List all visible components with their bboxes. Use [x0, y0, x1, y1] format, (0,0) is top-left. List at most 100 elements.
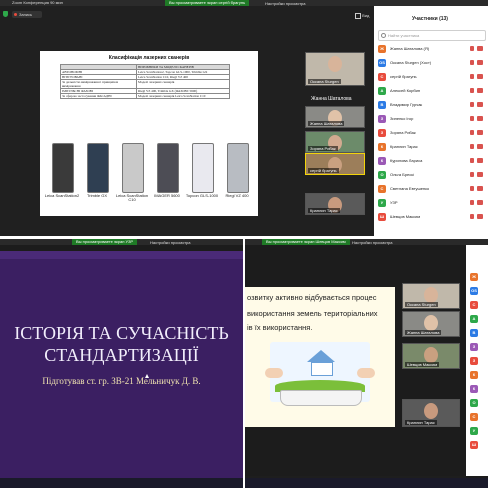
- camera-off-icon[interactable]: [477, 200, 483, 205]
- participant-row[interactable]: К Курилова Лариса: [378, 155, 484, 167]
- mic-muted-icon[interactable]: [470, 130, 474, 135]
- camera-off-icon[interactable]: [477, 74, 483, 79]
- house-icon: [307, 350, 335, 362]
- view-options-link[interactable]: Настройки просмотра: [352, 240, 393, 245]
- mic-muted-icon[interactable]: [470, 102, 474, 107]
- participant-row[interactable]: С Светлана Евтушенко: [378, 183, 484, 195]
- mic-muted-icon[interactable]: [470, 200, 474, 205]
- participant-row[interactable]: З Зиненко Ігор: [378, 113, 484, 125]
- avatar[interactable]: К: [470, 371, 478, 379]
- avatar[interactable]: С: [470, 301, 478, 309]
- participant-row[interactable]: А Алексей Корбин: [378, 85, 484, 97]
- participant-row[interactable]: Ш Шевцов Максим: [378, 211, 484, 223]
- scanner-image: [52, 143, 74, 193]
- video-tile[interactable]: Зоряна Рибак: [305, 131, 365, 153]
- camera-off-icon[interactable]: [477, 102, 483, 107]
- avatar[interactable]: В: [470, 329, 478, 337]
- avatar[interactable]: А: [470, 315, 478, 323]
- camera-off-icon[interactable]: [477, 186, 483, 191]
- avatar[interactable]: Ж: [470, 273, 478, 281]
- participant-name: сергій брагунь: [390, 74, 417, 79]
- participant-row[interactable]: Ж Жанна Шаталова (Я): [378, 43, 484, 55]
- video-tile[interactable]: Краплин Тарас: [402, 399, 460, 427]
- scanner-label: Topcon GLS-1000: [185, 193, 219, 198]
- avatar[interactable]: OS: [470, 287, 478, 295]
- search-placeholder: Найти участника: [388, 33, 420, 38]
- recording-indicator[interactable]: Запись: [12, 11, 42, 18]
- mic-muted-icon[interactable]: [470, 88, 474, 93]
- camera-off-icon[interactable]: [477, 172, 483, 177]
- share-banner[interactable]: Вы просматриваете экран Шевцов Максим: [262, 239, 350, 245]
- video-name: Зоряна Рибак: [308, 146, 338, 151]
- participant-row[interactable]: OS Оксана Sturgen (Хост): [378, 57, 484, 69]
- participant-status-icons: [470, 88, 484, 94]
- mic-muted-icon[interactable]: [470, 74, 474, 79]
- video-tile[interactable]: Оксана Sturgen: [402, 283, 460, 309]
- share-banner[interactable]: Вы просматриваете экран сергій брагунь: [165, 0, 250, 6]
- avatar[interactable]: С: [470, 413, 478, 421]
- camera-off-icon[interactable]: [477, 116, 483, 121]
- participants-title: Участники (13): [412, 16, 448, 22]
- view-options-link[interactable]: Настройки просмотра: [150, 240, 191, 245]
- mic-muted-icon[interactable]: [470, 158, 474, 163]
- share-banner[interactable]: Вы просматриваете экран УЗР: [72, 239, 138, 245]
- participant-row[interactable]: У УЗР: [378, 197, 484, 209]
- video-tile[interactable]: Жанна Шаталова: [402, 311, 460, 337]
- scanner-label: IMAGER 5600: [154, 193, 180, 198]
- video-tile[interactable]: Оксана Sturgen: [305, 52, 365, 86]
- view-options-link[interactable]: Настройки просмотра: [265, 1, 306, 6]
- avatar[interactable]: О: [470, 399, 478, 407]
- avatar: Ж: [378, 45, 386, 53]
- participant-name: Ольга Брескі: [390, 172, 414, 177]
- participant-status-icons: [470, 102, 484, 108]
- participants-search[interactable]: Найти участника: [378, 30, 486, 41]
- open-book: [280, 390, 362, 406]
- participant-row[interactable]: Ссергій брагунь: [378, 71, 484, 83]
- scanner-label: Leica ScanStation2: [44, 193, 80, 198]
- table-row: За сферою застосування ФАСАДНІ Моделі лаз…: [59, 93, 230, 99]
- participant-face: [424, 315, 438, 331]
- camera-off-icon[interactable]: [477, 60, 483, 65]
- title-slide: ІСТОРІЯ ТА СУЧАСНІСТЬ СТАНДАРТИЗАЦІЇ Під…: [0, 251, 243, 481]
- participant-status-icons: [470, 200, 484, 206]
- avatar[interactable]: К: [470, 385, 478, 393]
- participant-row[interactable]: О Ольга Брескі: [378, 169, 484, 181]
- participant-name: Зоряна Рибак: [390, 130, 416, 135]
- participant-face: [328, 56, 342, 72]
- video-name: Жанна Шаталова: [308, 121, 345, 126]
- participant-row[interactable]: К Краплин Тарас: [378, 141, 484, 153]
- participant-row[interactable]: З Зоряна Рибак: [378, 127, 484, 139]
- camera-off-icon[interactable]: [477, 46, 483, 51]
- avatar[interactable]: У: [470, 427, 478, 435]
- mic-muted-icon[interactable]: [470, 46, 474, 51]
- avatar: А: [378, 87, 386, 95]
- view-menu[interactable]: Вид: [355, 13, 369, 19]
- camera-off-icon[interactable]: [477, 214, 483, 219]
- video-tile[interactable]: Жанна Шаталова: [305, 106, 365, 128]
- participant-name: Оксана Sturgen (Хост): [390, 60, 432, 65]
- recording-label: Запись: [19, 12, 33, 17]
- video-tile[interactable]: Шевцов Максим: [402, 343, 460, 369]
- camera-off-icon[interactable]: [477, 158, 483, 163]
- mic-muted-icon[interactable]: [470, 144, 474, 149]
- avatar[interactable]: Ш: [470, 441, 478, 449]
- participant-row[interactable]: В Владимир Гурчак: [378, 99, 484, 111]
- video-tile[interactable]: Краплин Тарас: [305, 193, 365, 215]
- camera-off-icon[interactable]: [477, 88, 483, 93]
- participant-face: [424, 403, 438, 419]
- video-tile[interactable]: сергій брагунь: [305, 153, 365, 175]
- mic-muted-icon[interactable]: [470, 186, 474, 191]
- table-cell: Моделі лазерних сканерів: [136, 79, 230, 89]
- scanner-image: [122, 143, 144, 193]
- avatar[interactable]: З: [470, 357, 478, 365]
- mic-muted-icon[interactable]: [470, 60, 474, 65]
- avatar[interactable]: З: [470, 343, 478, 351]
- mic-muted-icon[interactable]: [470, 214, 474, 219]
- mic-muted-icon[interactable]: [470, 116, 474, 121]
- participant-face: [424, 347, 438, 363]
- camera-off-icon[interactable]: [477, 130, 483, 135]
- mic-muted-icon[interactable]: [470, 172, 474, 177]
- avatar: К: [378, 157, 386, 165]
- camera-off-icon[interactable]: [477, 144, 483, 149]
- video-name: Шевцов Максим: [405, 362, 440, 367]
